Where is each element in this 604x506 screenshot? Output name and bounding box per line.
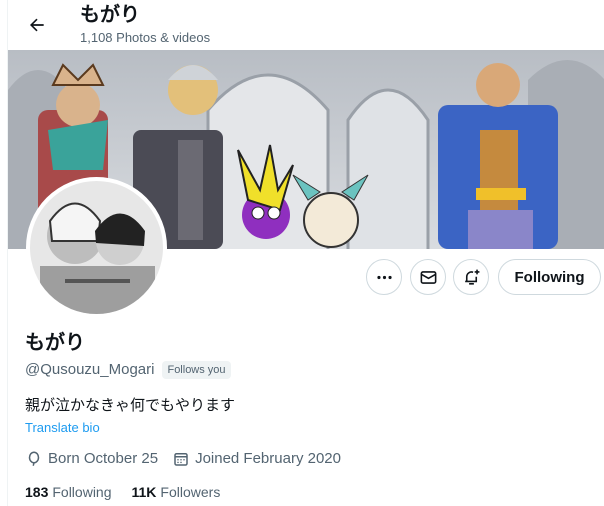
following-button[interactable]: Following <box>498 259 601 295</box>
envelope-icon <box>420 270 436 284</box>
profile-handle: @Qusouzu_Mogari <box>25 361 155 378</box>
profile-meta: Born October 25 Joined February 2020 <box>25 449 355 469</box>
followers-label: Followers <box>160 484 221 500</box>
followers-stat[interactable]: 11K Followers <box>132 483 221 501</box>
follows-you-badge: Follows you <box>162 361 231 379</box>
joined-text: Joined February 2020 <box>195 450 341 467</box>
notification-button[interactable] <box>453 259 489 295</box>
calendar-icon <box>174 453 188 466</box>
following-stat[interactable]: 183 Following <box>25 483 112 501</box>
followers-count: 11K <box>131 484 157 500</box>
birthday-text: Born October 25 <box>48 450 159 467</box>
back-button[interactable] <box>20 8 54 42</box>
joined-item: Joined February 2020 <box>172 449 341 469</box>
profile-display-name: もがり <box>25 332 85 354</box>
profile-avatar[interactable] <box>26 177 167 318</box>
handle-row: @Qusouzu_Mogari Follows you <box>25 360 231 380</box>
profile-page: もがり 1,108 Photos & videos Following もがり … <box>7 0 604 506</box>
following-count: 183 <box>25 484 49 500</box>
more-button[interactable] <box>366 259 402 295</box>
message-button[interactable] <box>410 259 446 295</box>
following-label: Following <box>52 484 112 500</box>
arrow-left-icon <box>30 18 44 32</box>
more-icon <box>376 275 392 279</box>
bell-plus-icon <box>464 269 479 285</box>
header-title: もがり <box>80 4 140 26</box>
balloon-icon <box>28 451 40 466</box>
top-bar: もがり 1,108 Photos & videos <box>8 0 604 50</box>
avatar-image <box>30 181 163 314</box>
profile-bio: 親が泣かなきゃ何でもやります <box>25 397 236 414</box>
header-media-count: 1,108 Photos & videos <box>80 30 211 45</box>
birthday-item: Born October 25 <box>25 449 158 469</box>
follow-stats: 183 Following 11K Followers <box>25 483 240 501</box>
translate-bio-link[interactable]: Translate bio <box>25 420 100 436</box>
